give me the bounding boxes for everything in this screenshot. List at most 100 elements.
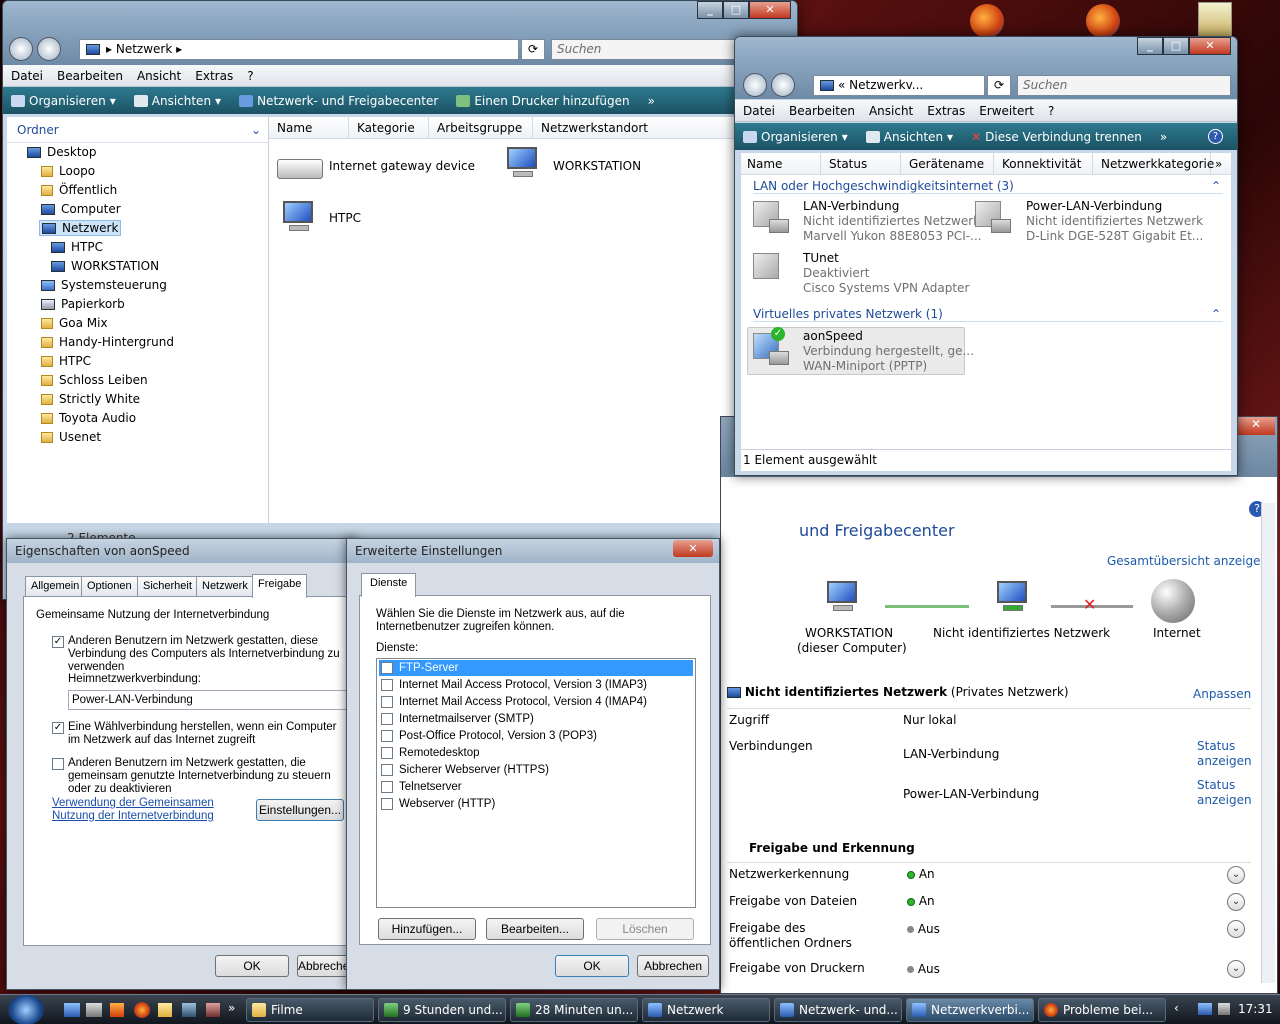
toolbar-overflow[interactable]: » — [1160, 130, 1167, 144]
close-button[interactable]: ✕ — [749, 1, 791, 19]
col-netzwerkkategorie[interactable]: Netzwerkkategorie — [1093, 153, 1214, 174]
help-icon[interactable]: ? — [1208, 129, 1223, 144]
add-printer-button[interactable]: Einen Drucker hinzufügen — [456, 94, 630, 108]
expand-button-3[interactable]: ⌄ — [1227, 920, 1245, 938]
status-link-1[interactable]: Status anzeigen — [1197, 739, 1257, 769]
back-button[interactable] — [9, 37, 33, 61]
service-item[interactable]: Webserver (HTTP) — [379, 796, 693, 812]
advanced-cancel-button[interactable]: Abbrechen — [637, 955, 709, 977]
clock[interactable]: 17:31 — [1238, 1002, 1273, 1016]
service-item[interactable]: Remotedesktop — [379, 745, 693, 761]
task-nsc[interactable]: Netzwerk- und... — [774, 998, 902, 1022]
service-checkbox[interactable] — [381, 679, 393, 691]
menu-datei[interactable]: Datei — [743, 104, 775, 118]
add-service-button[interactable]: Hinzufügen... — [378, 918, 476, 940]
edit-service-button[interactable]: Bearbeiten... — [486, 918, 584, 940]
tree-handy[interactable]: Handy-Hintergrund — [41, 335, 174, 349]
services-listbox[interactable]: FTP-Server Internet Mail Access Protocol… — [376, 658, 696, 908]
expand-button-4[interactable]: ⌄ — [1227, 960, 1245, 978]
tree-strictly-white[interactable]: Strictly White — [41, 392, 140, 406]
forward-button[interactable] — [771, 73, 795, 97]
chk2-checkbox[interactable]: ✓ — [52, 722, 64, 734]
quicklaunch-app2-icon[interactable] — [206, 1003, 220, 1017]
tree-systemsteuerung[interactable]: Systemsteuerung — [41, 278, 167, 292]
col-konnektivitaet[interactable]: Konnektivität — [994, 153, 1093, 174]
quicklaunch-firefox-icon[interactable] — [134, 1002, 150, 1018]
tree-desktop[interactable]: Desktop — [27, 145, 97, 159]
status-link-2[interactable]: Status anzeigen — [1197, 778, 1257, 808]
quicklaunch-switch-icon[interactable] — [86, 1003, 102, 1017]
workstation-label[interactable]: WORKSTATION — [553, 159, 641, 173]
service-checkbox[interactable] — [381, 662, 393, 674]
organize-button[interactable]: Organisieren ▾ — [743, 130, 848, 144]
tree-usenet[interactable]: Usenet — [41, 430, 101, 444]
address-bar[interactable]: « Netzwerkv... — [813, 75, 985, 96]
service-checkbox[interactable] — [381, 764, 393, 776]
search-input[interactable]: Suchen — [1017, 75, 1231, 96]
views-button[interactable]: Ansichten ▾ — [133, 94, 221, 108]
folder-desktop-icon[interactable] — [1198, 2, 1232, 38]
menu-extras[interactable]: Extras — [927, 104, 965, 118]
chk3-checkbox[interactable] — [52, 758, 64, 770]
service-item[interactable]: Post-Office Protocol, Version 3 (POP3) — [379, 728, 693, 744]
col-status[interactable]: Status — [821, 153, 901, 174]
tree-netzwerk[interactable]: Netzwerk — [39, 220, 122, 236]
service-item[interactable]: Internet Mail Access Protocol, Version 4… — [379, 694, 693, 710]
tree-toyota[interactable]: Toyota Audio — [41, 411, 136, 425]
tab-allgemein[interactable]: Allgemein — [25, 576, 86, 596]
group-vpn-header[interactable]: Virtuelles privates Netzwerk (1) ⌃ — [753, 307, 1223, 322]
settings-button[interactable]: Einstellungen... — [256, 799, 344, 821]
minimize-button[interactable]: _ — [1137, 37, 1163, 55]
menu-erweitert[interactable]: Erweitert — [979, 104, 1034, 118]
tree-computer[interactable]: Computer — [41, 202, 121, 216]
forward-button[interactable] — [37, 37, 61, 61]
task-filme[interactable]: Filme — [246, 998, 374, 1022]
service-item[interactable]: Internetmailserver (SMTP) — [379, 711, 693, 727]
ics-help-link[interactable]: Verwendung der Gemeinsamen Nutzung der I… — [52, 797, 252, 823]
refresh-button[interactable]: ⟳ — [521, 39, 545, 60]
refresh-button[interactable]: ⟳ — [987, 75, 1011, 96]
chk3-row[interactable]: Anderen Benutzern im Netzwerk gestatten,… — [52, 757, 350, 796]
task-download-1[interactable]: 9 Stunden und... — [378, 998, 506, 1022]
task-download-2[interactable]: 28 Minuten un... — [510, 998, 638, 1022]
workstation-icon[interactable] — [501, 147, 541, 181]
tree-htpc-folder[interactable]: HTPC — [41, 354, 91, 368]
menu-bearbeiten[interactable]: Bearbeiten — [57, 69, 123, 83]
task-netzwerkverbindungen[interactable]: Netzwerkverbi... — [906, 998, 1034, 1022]
col-netzwerkstandort[interactable]: Netzwerkstandort — [533, 117, 648, 138]
gateway-device-label[interactable]: Internet gateway device — [329, 159, 475, 173]
close-button[interactable]: ✕ — [1189, 37, 1231, 55]
chk2-row[interactable]: ✓ Eine Wählverbindung herstellen, wenn e… — [52, 721, 350, 747]
quicklaunch-media-icon[interactable] — [110, 1003, 124, 1017]
col-name[interactable]: Name — [741, 153, 821, 174]
expand-button-1[interactable]: ⌄ — [1227, 866, 1245, 884]
close-button[interactable]: ✕ — [673, 540, 713, 557]
tab-dienste[interactable]: Dienste — [361, 573, 417, 597]
col-kategorie[interactable]: Kategorie — [349, 117, 429, 138]
service-item[interactable]: Telnetserver — [379, 779, 693, 795]
quicklaunch-desktop-icon[interactable] — [64, 1003, 80, 1017]
chk1-checkbox[interactable]: ✓ — [52, 636, 64, 648]
service-item[interactable]: Internet Mail Access Protocol, Version 3… — [379, 677, 693, 693]
htpc-icon[interactable] — [277, 201, 317, 235]
conn-powerlan-item[interactable]: Power-LAN-Verbindung Nicht identifiziert… — [1026, 199, 1203, 244]
tray-volume-icon[interactable] — [1218, 1003, 1230, 1015]
col-name[interactable]: Name — [269, 117, 349, 138]
gateway-device-icon[interactable] — [277, 159, 323, 179]
maximize-button[interactable]: □ — [723, 1, 749, 19]
views-button[interactable]: Ansichten ▾ — [865, 130, 953, 144]
service-item[interactable]: Sicherer Webserver (HTTPS) — [379, 762, 693, 778]
start-button[interactable] — [8, 995, 44, 1024]
folder-pane-header[interactable]: Ordner ⌄ — [7, 117, 269, 143]
network-center-button[interactable]: Netzwerk- und Freigabecenter — [239, 94, 438, 108]
maximize-button[interactable]: □ — [1163, 37, 1189, 55]
tree-goa-mix[interactable]: Goa Mix — [41, 316, 108, 330]
quicklaunch-folder-icon[interactable] — [158, 1003, 172, 1017]
menu-help[interactable]: ? — [247, 69, 253, 83]
conn-aonspeed-item[interactable]: aonSpeed Verbindung hergestellt, ge... W… — [803, 329, 974, 374]
tab-optionen[interactable]: Optionen — [81, 576, 138, 596]
service-item[interactable]: FTP-Server — [379, 660, 693, 676]
back-button[interactable] — [743, 73, 767, 97]
disconnect-button[interactable]: ✕ Diese Verbindung trennen — [971, 130, 1142, 144]
menu-ansicht[interactable]: Ansicht — [869, 104, 913, 118]
